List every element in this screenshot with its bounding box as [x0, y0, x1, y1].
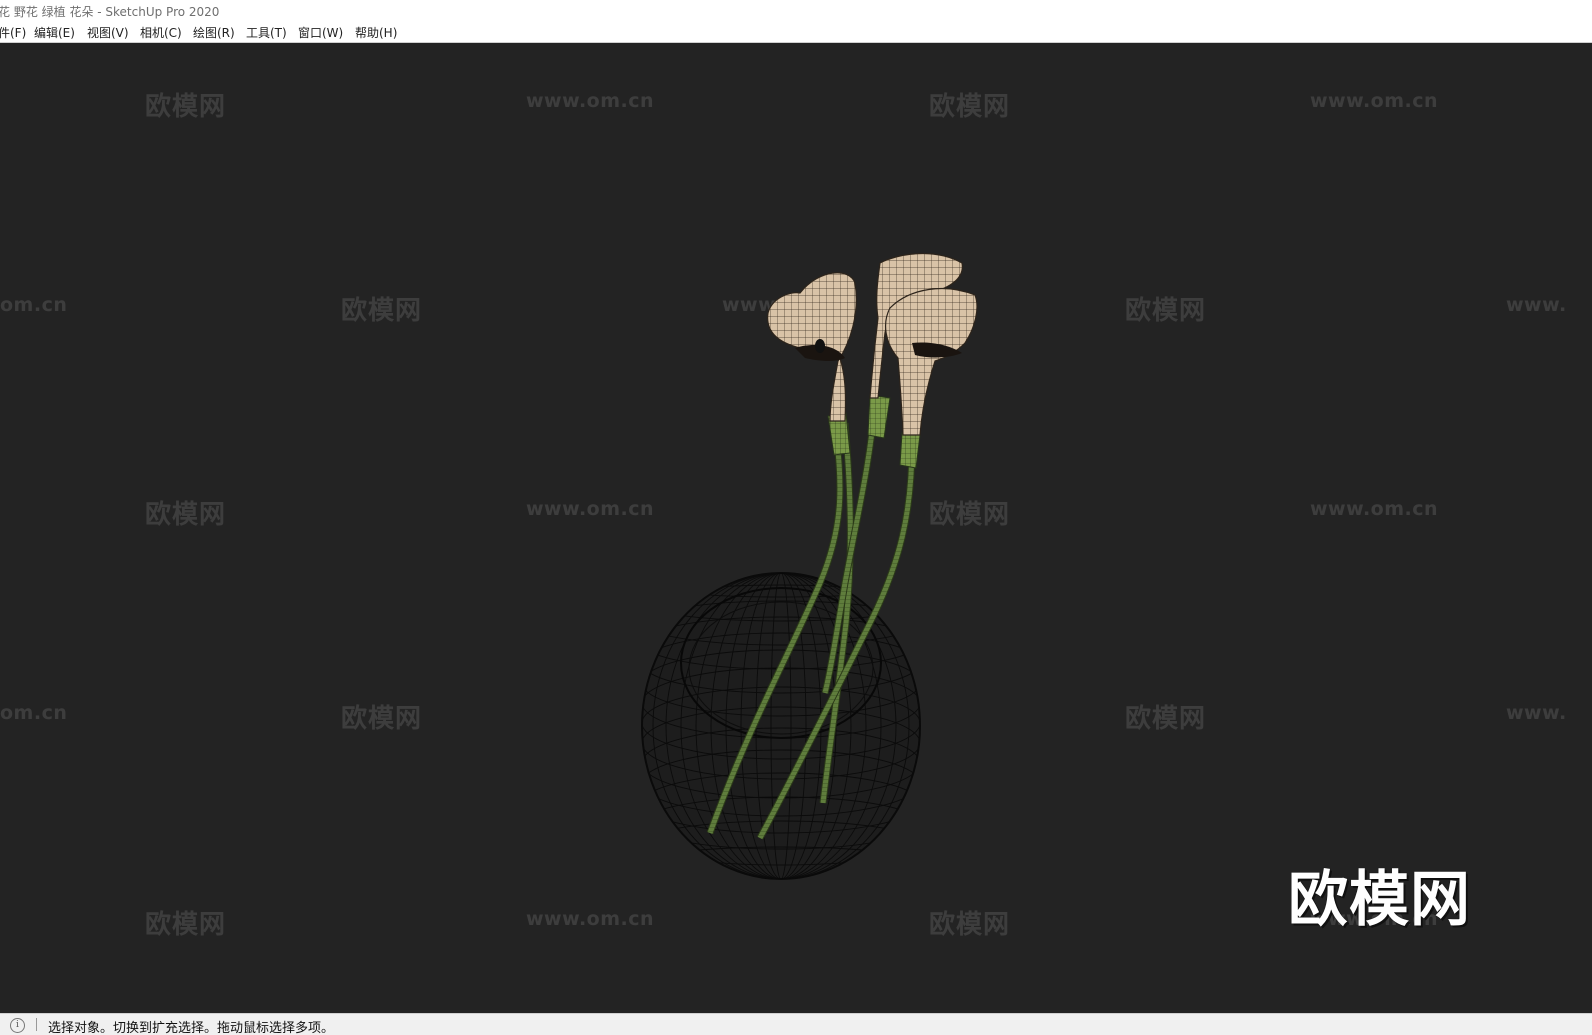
status-bar: i 选择对象。切换到扩充选择。拖动鼠标选择多项。 [0, 1013, 1592, 1035]
menu-help[interactable]: 帮助(H) [355, 24, 397, 41]
menu-file[interactable]: 件(F) [0, 24, 26, 41]
status-message: 选择对象。切换到扩充选择。拖动鼠标选择多项。 [48, 1021, 335, 1035]
brand-logo: 欧模网 [1288, 865, 1471, 935]
vase-wireframe [641, 572, 921, 880]
sketchup-window: 花 野花 绿植 花朵 - SketchUp Pro 2020 件(F) 编辑(E… [0, 0, 1592, 1035]
menu-edit[interactable]: 编辑(E) [34, 24, 75, 41]
menu-view[interactable]: 视图(V) [87, 24, 129, 41]
menu-bar: 件(F) 编辑(E) 视图(V) 相机(C) 绘图(R) 工具(T) 窗口(W)… [0, 21, 1592, 43]
3d-viewport[interactable]: 欧模网 www.om.cn 欧模网 www.om.cn om.cn 欧模网 ww… [0, 43, 1592, 1013]
menu-camera[interactable]: 相机(C) [140, 24, 182, 41]
status-divider [36, 1018, 37, 1031]
window-title: 花 野花 绿植 花朵 - SketchUp Pro 2020 [0, 5, 220, 19]
menu-tools[interactable]: 工具(T) [246, 24, 287, 41]
title-bar: 花 野花 绿植 花朵 - SketchUp Pro 2020 [0, 0, 1592, 21]
info-icon[interactable]: i [10, 1018, 25, 1033]
menu-window[interactable]: 窗口(W) [298, 24, 343, 41]
menu-draw[interactable]: 绘图(R) [193, 24, 235, 41]
